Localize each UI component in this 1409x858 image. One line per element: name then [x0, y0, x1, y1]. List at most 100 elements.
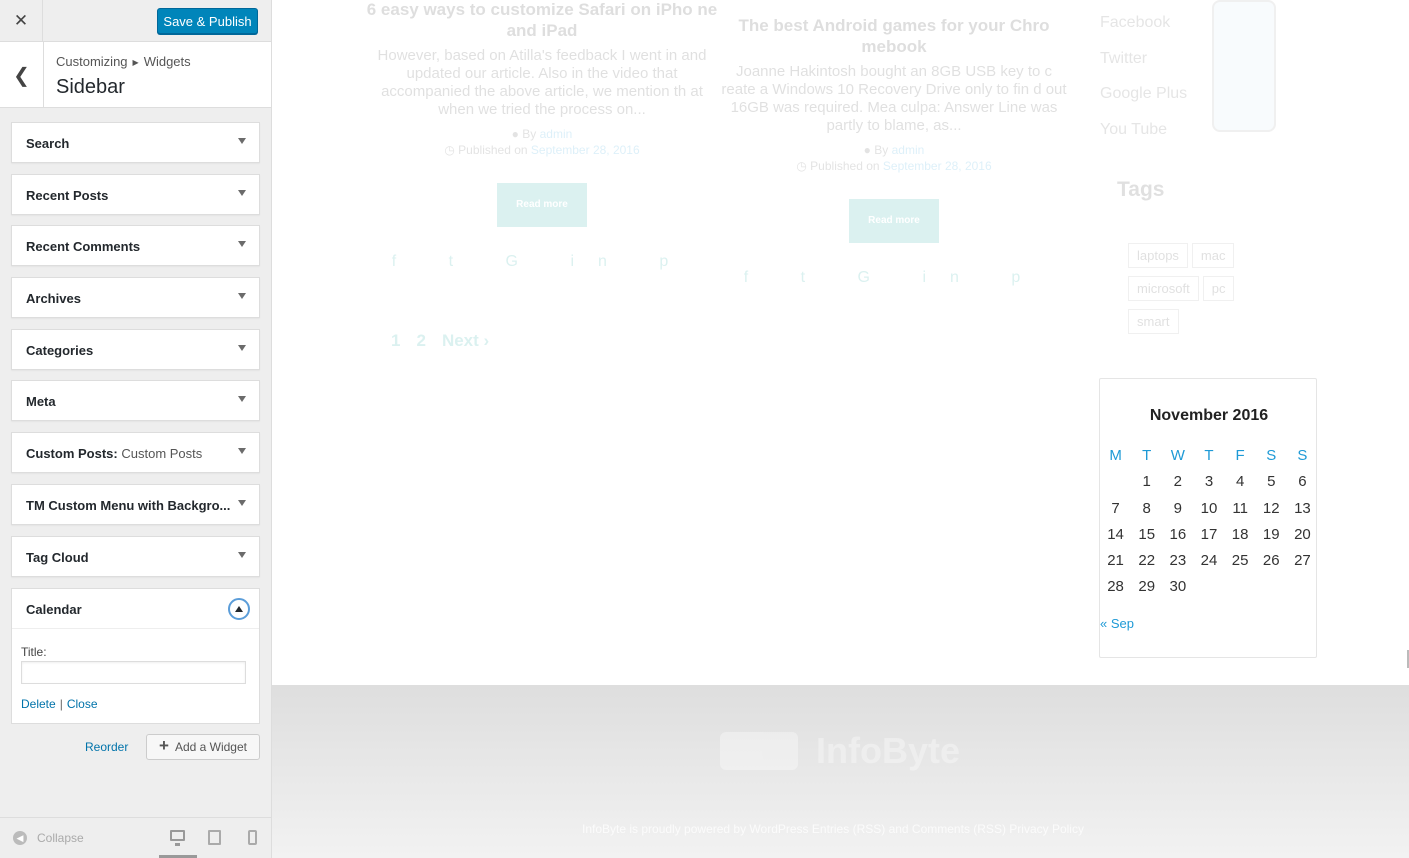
share-icons: f t G in p — [391, 253, 693, 270]
close-icon[interactable]: ✕ — [0, 0, 43, 42]
post-author: ● By admin — [365, 127, 719, 141]
save-publish-button[interactable]: Save & Publish — [157, 8, 258, 34]
social-link[interactable]: Facebook — [1100, 5, 1187, 41]
calendar-day: 29 — [1138, 578, 1156, 596]
close-link[interactable]: Close — [67, 697, 98, 711]
calendar-week-row: 7 8 9 10 11 12 13 — [1100, 500, 1318, 526]
site-footer: InfoByte InfoByte is proudly powered by … — [272, 685, 1409, 858]
widget-tm-custom-menu[interactable]: TM Custom Menu with Backgro... — [11, 483, 260, 525]
calendar-day: 7 — [1111, 499, 1120, 517]
date-link[interactable]: September 28, 2016 — [883, 159, 992, 173]
mobile-preview-icon[interactable] — [248, 830, 257, 845]
widget-search[interactable]: Search — [11, 122, 260, 163]
tablet-preview-icon[interactable] — [208, 830, 221, 845]
expand-arrow-icon[interactable] — [238, 448, 246, 455]
calendar-week-row: 21 22 23 24 25 26 27 — [1100, 552, 1318, 578]
section-header: ❮ Customizing ▶ Widgets Sidebar — [0, 42, 271, 108]
post-card: The best Android games for your Chro meb… — [717, 15, 1071, 287]
back-arrow-icon[interactable]: ❮ — [0, 42, 44, 108]
published-label: Published on — [810, 159, 880, 173]
expand-arrow-icon[interactable] — [238, 241, 246, 248]
desktop-preview-icon[interactable] — [170, 830, 185, 846]
widget-title: Search — [26, 136, 70, 151]
plus-icon: + — [159, 736, 169, 755]
widget-actions: Delete | Close — [21, 697, 98, 711]
expand-arrow-icon[interactable] — [238, 396, 246, 403]
tag[interactable]: pc — [1202, 276, 1235, 301]
collapse-arrow-icon[interactable] — [228, 598, 250, 620]
customizer-header: ✕ Save & Publish — [0, 0, 271, 42]
calendar-day: 28 — [1107, 578, 1124, 596]
site-logo: InfoByte — [720, 730, 960, 772]
author-link[interactable]: admin — [892, 143, 925, 157]
logo-text: InfoByte — [816, 730, 960, 771]
read-more-button[interactable]: Read more — [849, 199, 939, 243]
published-label: Published on — [458, 143, 528, 157]
calendar-weekday: S — [1266, 447, 1277, 464]
calendar-day: 25 — [1231, 552, 1249, 570]
author-label: By — [522, 127, 537, 141]
post-date: ◷ Published on September 28, 2016 — [365, 143, 719, 157]
title-field[interactable] — [21, 661, 246, 684]
pagination: 1 2 Next › — [391, 331, 505, 351]
expand-arrow-icon[interactable] — [238, 551, 246, 558]
calendar-day: 21 — [1107, 552, 1124, 570]
next-link[interactable]: Next › — [442, 331, 489, 350]
post-title[interactable]: 6 easy ways to customize Safari on iPho … — [365, 0, 719, 41]
widget-tag-cloud[interactable]: Tag Cloud — [11, 535, 260, 577]
widget-title: Recent Posts — [26, 187, 109, 203]
tag[interactable]: laptops — [1128, 243, 1188, 268]
page-link[interactable]: 2 — [416, 331, 425, 350]
widget-meta[interactable]: Meta — [11, 380, 260, 422]
tag[interactable]: microsoft — [1128, 276, 1199, 301]
expand-arrow-icon[interactable] — [238, 189, 246, 196]
read-more-button[interactable]: Read more — [497, 183, 587, 227]
calendar-day: 10 — [1200, 499, 1218, 517]
calendar-weekday: T — [1204, 447, 1214, 464]
calendar-day: 9 — [1173, 499, 1183, 517]
expand-arrow-icon[interactable] — [238, 293, 246, 300]
expand-arrow-icon[interactable] — [238, 499, 246, 506]
page-link[interactable]: 1 — [391, 331, 400, 350]
expand-arrow-icon[interactable] — [238, 344, 246, 351]
calendar-day — [1256, 578, 1287, 604]
author-link[interactable]: admin — [540, 127, 573, 141]
calendar-weekday-row: MTWTFSS — [1100, 447, 1318, 473]
post-title[interactable]: The best Android games for your Chro meb… — [717, 15, 1071, 57]
section-title: Sidebar — [56, 76, 125, 98]
calendar-day: 11 — [1232, 499, 1248, 517]
expand-arrow-icon[interactable] — [238, 138, 246, 144]
calendar-prev-link[interactable]: « Sep — [1100, 616, 1134, 631]
reorder-link[interactable]: Reorder — [85, 740, 128, 754]
delete-link[interactable]: Delete — [21, 697, 56, 711]
widget-custom-posts[interactable]: Custom Posts: Custom Posts — [11, 432, 260, 474]
widget-title: Calendar — [26, 602, 82, 617]
action-separator: | — [59, 697, 63, 711]
calendar-weekday: T — [1142, 447, 1152, 464]
tag[interactable]: smart — [1128, 309, 1179, 334]
date-link[interactable]: September 28, 2016 — [531, 143, 640, 157]
calendar-day: 22 — [1138, 552, 1156, 570]
widget-recent-posts[interactable]: Recent Posts — [11, 173, 260, 215]
clock-icon: ◷ — [796, 159, 807, 173]
collapse-button[interactable]: ◀ Collapse — [13, 831, 84, 845]
calendar-day: 5 — [1267, 473, 1276, 491]
social-links: Facebook Twitter Google Plus You Tube — [1100, 5, 1187, 147]
add-widget-button[interactable]: + Add a Widget — [146, 734, 260, 760]
widget-archives[interactable]: Archives — [11, 277, 260, 319]
post-excerpt: Joanne Hakintosh bought an 8GB USB key t… — [721, 63, 1067, 134]
social-link[interactable]: You Tube — [1100, 112, 1187, 148]
calendar-week-row: 1 2 3 4 5 6 — [1100, 473, 1318, 499]
user-icon: ● — [863, 143, 871, 157]
social-link[interactable]: Twitter — [1100, 41, 1187, 77]
calendar-day — [1100, 473, 1131, 499]
widget-recent-comments[interactable]: Recent Comments — [11, 225, 260, 267]
clock-icon: ◷ — [444, 143, 455, 157]
calendar-day: 16 — [1169, 525, 1187, 543]
social-link[interactable]: Google Plus — [1100, 76, 1187, 112]
tag[interactable]: mac — [1191, 243, 1235, 268]
widget-calendar-header[interactable]: Calendar — [12, 589, 259, 629]
widget-categories[interactable]: Categories — [11, 328, 260, 370]
post-card: 6 easy ways to customize Safari on iPho … — [365, 0, 719, 271]
calendar-weekday: F — [1235, 447, 1245, 464]
